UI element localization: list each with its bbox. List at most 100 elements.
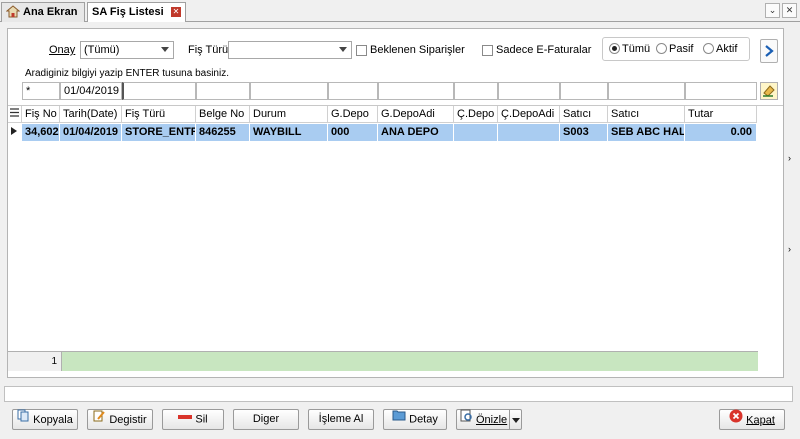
- chevron-down-icon: [512, 418, 520, 423]
- minus-icon: [178, 409, 193, 428]
- fis-table: Fiş No Tarih(Date) Fiş Türü Belge No Dur…: [8, 105, 783, 351]
- radio-tumu[interactable]: Tümü: [609, 42, 651, 55]
- kopyala-button[interactable]: Kopyala: [12, 409, 78, 430]
- onay-label: Onay: [49, 44, 76, 56]
- sil-button[interactable]: Sil: [162, 409, 224, 430]
- close-tab-icon[interactable]: ✕: [171, 7, 181, 17]
- column-header[interactable]: Ç.DepoAdi: [498, 106, 560, 123]
- cell-tutar: 0.00: [685, 124, 757, 141]
- chevron-right-icon: [765, 45, 774, 57]
- onizle-button[interactable]: Önizle: [456, 409, 522, 430]
- search-g-depo[interactable]: [328, 82, 378, 100]
- tab-sa-fis-listesi[interactable]: SA Fiş Listesi ✕: [87, 2, 186, 22]
- cell-c-depo-adi: [498, 124, 560, 141]
- chevron-down-icon: [161, 47, 169, 52]
- column-chooser-icon[interactable]: [8, 106, 22, 123]
- cell-durum: WAYBILL: [250, 124, 328, 141]
- isleme-al-label: İşleme Al: [318, 413, 364, 425]
- diger-button[interactable]: Diger: [233, 409, 299, 430]
- folder-icon: [392, 409, 406, 428]
- radio-icon: [703, 42, 714, 54]
- filter-area: Onay (Tümü) Fiş Türü Beklenen Siparişler…: [8, 29, 783, 105]
- isleme-al-button[interactable]: İşleme Al: [308, 409, 374, 430]
- sadece-e-faturalar-label: Sadece E-Faturalar: [496, 44, 592, 56]
- column-header[interactable]: Satıcı: [608, 106, 685, 123]
- side-scroll-strip[interactable]: › ›: [786, 28, 798, 378]
- search-hint: Aradiginiz bilgiyi yazip ENTER tusuna ba…: [25, 68, 229, 79]
- radio-aktif-label: Aktif: [716, 43, 738, 55]
- column-header[interactable]: Tutar: [685, 106, 757, 123]
- search-durum[interactable]: [250, 82, 328, 100]
- cell-fis-no: 34,602: [22, 124, 60, 141]
- tab-ana-ekran[interactable]: Ana Ekran: [1, 2, 85, 22]
- column-header[interactable]: Tarih(Date): [60, 106, 122, 123]
- tab-list-dropdown-button[interactable]: ⌄: [765, 3, 780, 18]
- tab-label: Ana Ekran: [23, 6, 78, 18]
- eraser-icon: [763, 85, 775, 97]
- detay-label: Detay: [409, 413, 438, 426]
- cell-c-depo: [454, 124, 498, 141]
- onay-select[interactable]: (Tümü): [80, 41, 174, 59]
- onizle-label: Önizle: [476, 413, 508, 426]
- search-tarih[interactable]: 01/04/2019: [60, 82, 122, 100]
- chevron-right-icon[interactable]: ›: [788, 244, 791, 254]
- sadece-e-faturalar-checkbox[interactable]: [482, 45, 493, 56]
- fis-turu-select[interactable]: [228, 41, 352, 59]
- kopyala-label: Kopyala: [33, 413, 73, 426]
- cell-fis-turu: STORE_ENTRY: [122, 124, 196, 141]
- search-g-depo-adi[interactable]: [378, 82, 454, 100]
- tab-bar: Ana Ekran SA Fiş Listesi ✕ ⌄ ✕: [0, 0, 800, 22]
- search-satici-adi[interactable]: [608, 82, 685, 100]
- column-header[interactable]: Durum: [250, 106, 328, 123]
- home-icon: [5, 4, 21, 18]
- column-header[interactable]: Fiş Türü: [122, 106, 196, 123]
- search-fis-turu[interactable]: [122, 82, 196, 100]
- search-satici-kod[interactable]: [560, 82, 608, 100]
- radio-tumu-label: Tümü: [622, 43, 651, 55]
- radio-pasif-label: Pasif: [669, 43, 694, 55]
- main-panel: Onay (Tümü) Fiş Türü Beklenen Siparişler…: [7, 28, 784, 378]
- next-button[interactable]: [760, 39, 778, 63]
- cell-satici-adi: SEB ABC HAL MEYVE: [608, 124, 685, 141]
- search-fis-no[interactable]: *: [22, 82, 60, 100]
- close-circle-icon: [729, 409, 743, 430]
- chevron-right-icon[interactable]: ›: [788, 153, 791, 163]
- kapat-label: Kapat: [746, 414, 775, 427]
- search-belge-no[interactable]: [196, 82, 250, 100]
- copy-icon: [17, 409, 30, 429]
- footer-summary-row: 1: [8, 351, 758, 371]
- search-tutar[interactable]: [685, 82, 757, 100]
- degistir-button[interactable]: Degistir: [87, 409, 153, 430]
- row-indicator-icon: [8, 124, 22, 141]
- search-c-depo[interactable]: [454, 82, 498, 100]
- cell-g-depo: 000: [328, 124, 378, 141]
- column-header[interactable]: Fiş No: [22, 106, 60, 123]
- radio-pasif[interactable]: Pasif: [656, 42, 694, 55]
- column-header[interactable]: G.DepoAdi: [378, 106, 454, 123]
- diger-label: Diger: [252, 413, 280, 425]
- status-radio-group: Tümü Pasif Aktif: [602, 37, 750, 61]
- search-c-depo-adi[interactable]: [498, 82, 560, 100]
- column-header[interactable]: Belge No: [196, 106, 250, 123]
- close-window-button[interactable]: ✕: [782, 3, 797, 18]
- degistir-label: Degistir: [109, 413, 147, 426]
- status-bar: [4, 386, 793, 402]
- beklenen-siparisler-checkbox[interactable]: [356, 45, 367, 56]
- record-count: 1: [8, 352, 62, 371]
- clear-filter-button[interactable]: [760, 82, 778, 100]
- onay-select-value: (Tümü): [84, 44, 120, 56]
- radio-aktif[interactable]: Aktif: [703, 42, 738, 55]
- detay-button[interactable]: Detay: [383, 409, 447, 430]
- onizle-dropdown[interactable]: [509, 410, 521, 429]
- column-header[interactable]: G.Depo: [328, 106, 378, 123]
- cell-g-depo-adi: ANA DEPO: [378, 124, 454, 141]
- sil-label: Sil: [195, 413, 208, 426]
- column-header[interactable]: Ç.Depo: [454, 106, 498, 123]
- radio-selected-icon: [609, 42, 620, 54]
- radio-icon: [656, 42, 667, 54]
- fis-turu-label: Fiş Türü: [188, 44, 229, 56]
- kapat-button[interactable]: Kapat: [719, 409, 785, 430]
- column-header[interactable]: Satıcı: [560, 106, 608, 123]
- cell-satici-kod: S003: [560, 124, 608, 141]
- tab-label: SA Fiş Listesi: [92, 6, 164, 18]
